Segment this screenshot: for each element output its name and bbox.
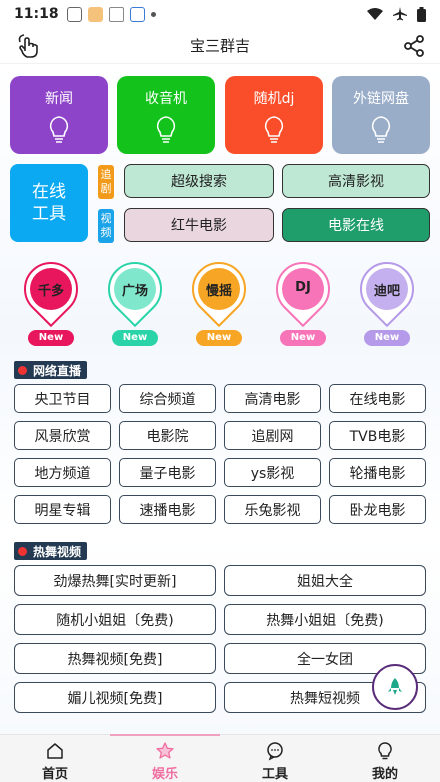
new-badge: New	[196, 330, 242, 346]
wifi-icon	[367, 7, 383, 20]
wide-cell[interactable]: 热舞视频[免费]	[14, 643, 216, 674]
status-bar: 11:18	[0, 0, 440, 28]
red-dot-icon	[18, 546, 27, 556]
tab-mine[interactable]: 我的	[330, 735, 440, 782]
new-badge: New	[28, 330, 74, 346]
grid-cell[interactable]: 追剧网	[224, 421, 321, 450]
tab-label: 首页	[41, 767, 68, 782]
new-badge: New	[280, 330, 326, 346]
super-search-button[interactable]: 超级搜索	[124, 164, 274, 198]
main-content: 新闻 收音机 随机dj 外链网盘 在线 工具 追剧 视频 超级搜索 高清影视 红…	[0, 64, 440, 734]
bulb-icon	[49, 116, 69, 143]
new-badge: New	[112, 330, 158, 346]
tile-external-disk[interactable]: 外链网盘	[332, 76, 430, 154]
tile-news[interactable]: 新闻	[10, 76, 108, 154]
grid-cell[interactable]: 量子电影	[119, 458, 216, 487]
grid-cell[interactable]: TVB电影	[329, 421, 426, 450]
grid-cell[interactable]: 速播电影	[119, 495, 216, 524]
tab-label: 我的	[371, 767, 398, 782]
bulb-icon	[156, 116, 176, 143]
bottom-tab-bar: 首页 娱乐 工具 我的	[0, 734, 440, 782]
rocket-fab-button[interactable]	[372, 664, 418, 710]
grid-cell[interactable]: 央卫节目	[14, 384, 111, 413]
pin-diba[interactable]: 迪吧 New	[348, 250, 426, 346]
battery-icon	[417, 6, 426, 22]
home-icon	[47, 743, 63, 759]
cube-icon	[66, 6, 82, 22]
wide-cell[interactable]: 随机小姐姐〔免费)	[14, 604, 216, 635]
hd-video-button[interactable]: 高清影视	[282, 164, 430, 198]
tool-line1: 在线	[32, 182, 66, 202]
pin-manyao[interactable]: 慢摇 New	[180, 250, 258, 346]
section-header-dance: 热舞视频	[14, 542, 88, 560]
star-icon	[156, 742, 174, 759]
wide-cell[interactable]: 媚儿视频[免费]	[14, 682, 216, 713]
pin-label: 千多	[37, 284, 64, 299]
grid-cell[interactable]: ys影视	[224, 458, 321, 487]
pin-guangchang[interactable]: 广场 New	[96, 250, 174, 346]
pin-label: 慢摇	[205, 284, 232, 299]
share-icon[interactable]	[402, 34, 426, 58]
chat-icon	[267, 742, 283, 761]
tile-label: 新闻	[45, 91, 73, 107]
grid-cell[interactable]: 乐兔影视	[224, 495, 321, 524]
bulb-icon	[378, 742, 392, 760]
bulb-icon	[264, 116, 284, 143]
tile-label: 收音机	[145, 91, 187, 107]
new-badge: New	[364, 330, 410, 346]
status-time: 11:18	[14, 6, 59, 22]
tile-label: 外链网盘	[353, 91, 409, 107]
app-header: 宝三群吉	[0, 28, 440, 64]
avatar-icon	[87, 6, 103, 22]
bulb-icon	[371, 116, 391, 143]
tag-drama: 追剧	[98, 165, 114, 199]
wide-cell[interactable]: 劲爆热舞[实时更新]	[14, 565, 216, 596]
pin-label: 广场	[121, 284, 148, 299]
tile-random-dj[interactable]: 随机dj	[225, 76, 323, 154]
wide-cell[interactable]: 热舞小姐姐〔免费)	[224, 604, 426, 635]
pin-qianduo[interactable]: 千多 New	[12, 250, 90, 346]
grid-cell[interactable]: 明星专辑	[14, 495, 111, 524]
grid-cell[interactable]: 高清电影	[224, 384, 321, 413]
news-icon	[108, 6, 124, 22]
tile-radio[interactable]: 收音机	[117, 76, 215, 154]
wide-cell[interactable]: 姐姐大全	[224, 565, 426, 596]
red-dot-icon	[18, 365, 27, 375]
grid-cell[interactable]: 在线电影	[329, 384, 426, 413]
tab-label: 娱乐	[151, 767, 178, 782]
online-tools-button[interactable]: 在线 工具	[10, 164, 88, 242]
section-title: 热舞视频	[33, 544, 82, 559]
tab-entertainment[interactable]: 娱乐	[110, 734, 220, 782]
tile-label: 随机dj	[253, 91, 295, 107]
section-title: 网络直播	[33, 363, 82, 378]
pin-label: 迪吧	[373, 284, 400, 299]
grid-cell[interactable]: 风景欣赏	[14, 421, 111, 450]
tool-line2: 工具	[32, 204, 66, 224]
app-icon	[129, 6, 145, 22]
movie-online-button[interactable]: 电影在线	[282, 208, 430, 242]
grid-cell[interactable]: 卧龙电影	[329, 495, 426, 524]
grid-cell[interactable]: 综合频道	[119, 384, 216, 413]
tab-home[interactable]: 首页	[0, 735, 110, 782]
dot-icon	[150, 11, 156, 17]
tab-label: 工具	[261, 767, 288, 782]
red-bull-movie-button[interactable]: 红牛电影	[124, 208, 274, 242]
page-title: 宝三群吉	[189, 37, 250, 55]
airplane-icon	[393, 7, 407, 21]
grid-cell[interactable]: 电影院	[119, 421, 216, 450]
tag-video: 视频	[98, 209, 114, 243]
tab-tools[interactable]: 工具	[220, 735, 330, 782]
pin-label: DJ	[295, 280, 311, 295]
pin-dj[interactable]: DJ New	[264, 250, 342, 346]
section-header-live: 网络直播	[14, 361, 88, 379]
rocket-icon	[388, 678, 402, 695]
grid-cell[interactable]: 轮播电影	[329, 458, 426, 487]
pointer-hand-icon[interactable]	[14, 32, 42, 60]
grid-cell[interactable]: 地方频道	[14, 458, 111, 487]
